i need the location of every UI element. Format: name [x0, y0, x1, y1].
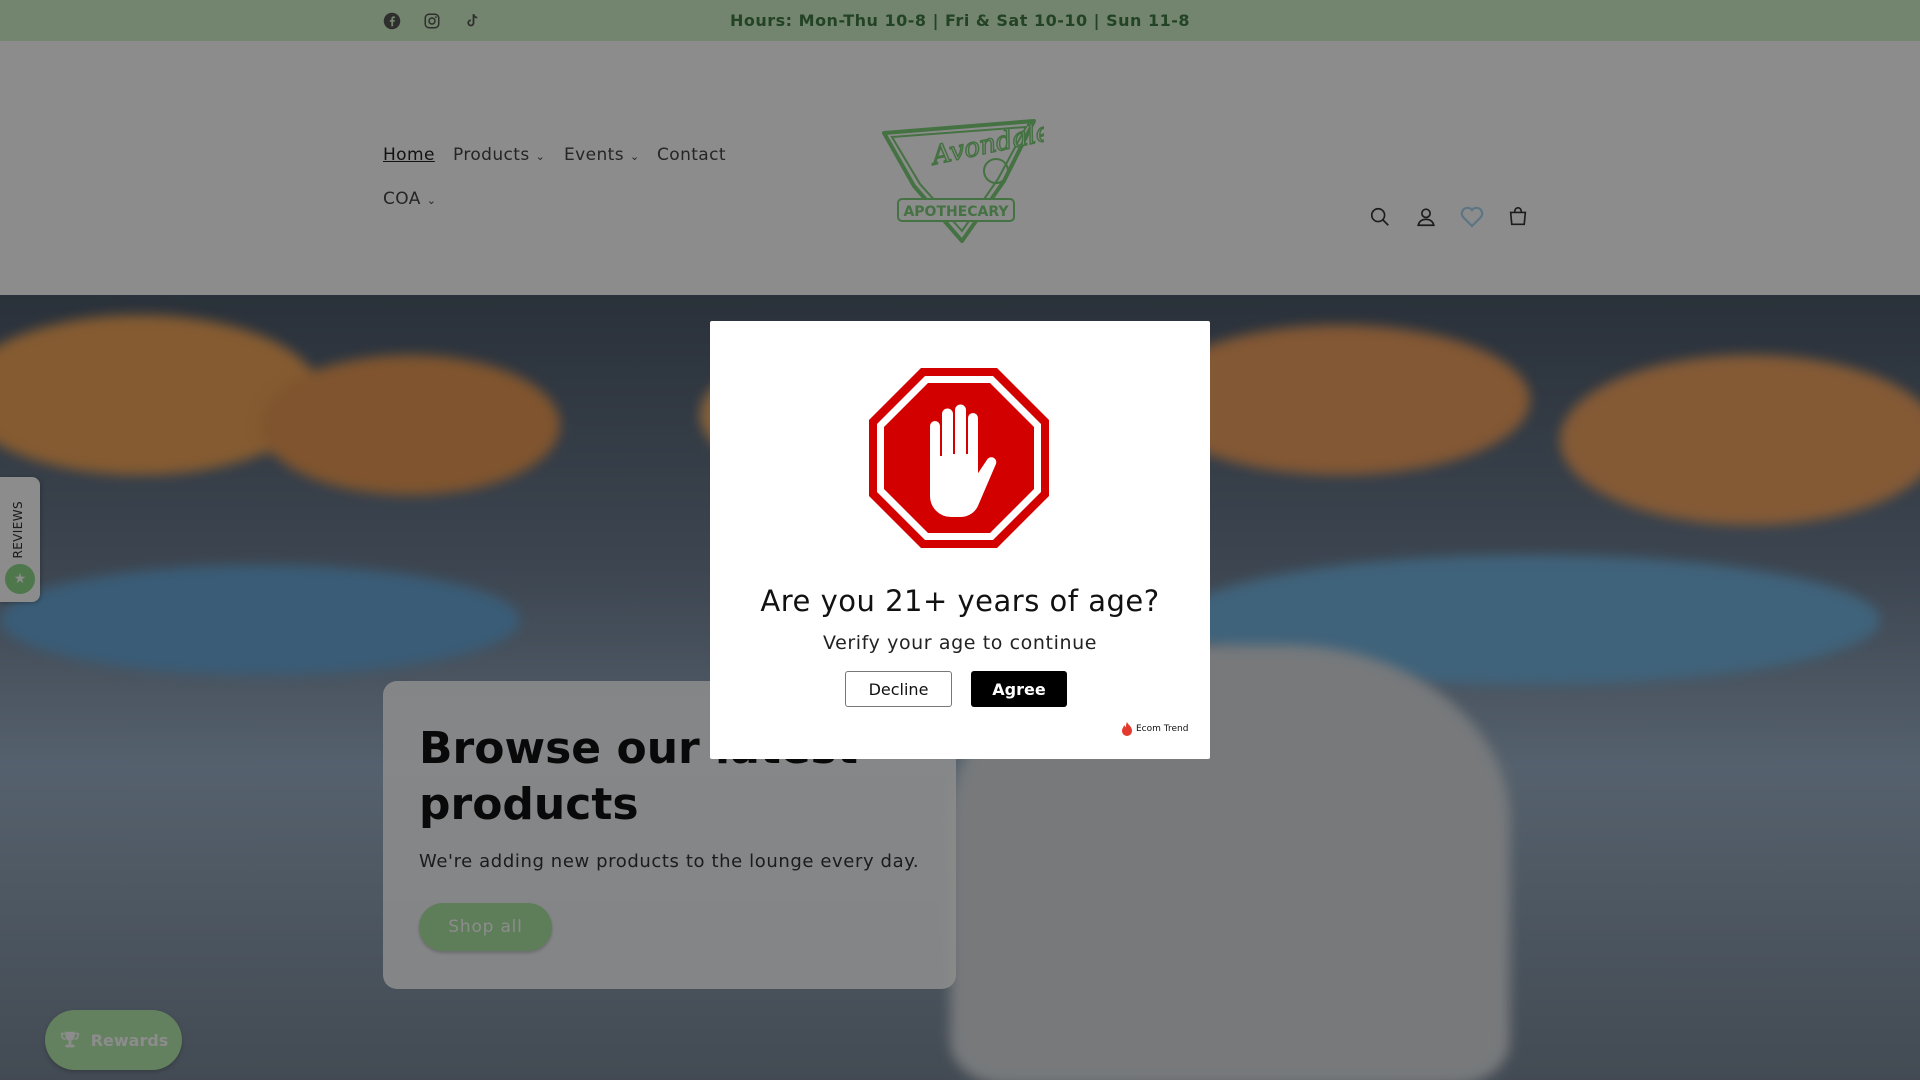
stop-hand-icon: [867, 366, 1051, 550]
modal-subtitle: Verify your age to continue: [822, 632, 1098, 654]
brand-name: Ecom Trend: [1136, 724, 1189, 734]
ecom-trend-logo: Ecom Trend: [1120, 721, 1188, 737]
flame-icon: [1122, 722, 1132, 736]
decline-button[interactable]: Decline: [845, 671, 952, 707]
age-verification-modal: Are you 21+ years of age? Verify your ag…: [710, 321, 1210, 759]
agree-button[interactable]: Agree: [971, 671, 1067, 707]
modal-title: Are you 21+ years of age?: [760, 584, 1160, 618]
